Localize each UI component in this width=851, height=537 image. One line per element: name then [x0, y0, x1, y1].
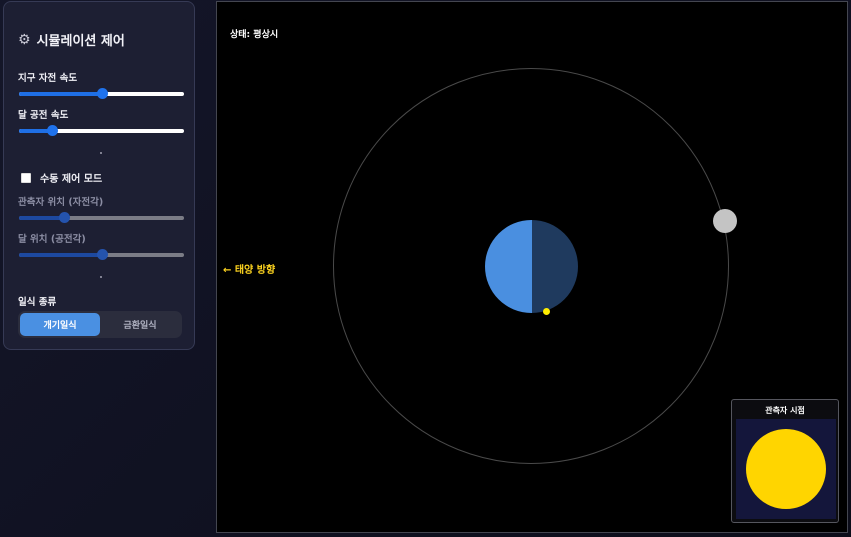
control-panel: ⚙ 시뮬레이션 제어 지구 자전 속도 달 공전 속도 수동 제어 모드 관측자…: [3, 1, 195, 350]
separator-dot: [100, 152, 102, 154]
moon-revolution-label: 달 공전 속도: [18, 110, 69, 121]
earth-rotation-label: 지구 자전 속도: [18, 73, 78, 84]
moon-position-label: 달 위치 (공전각): [18, 234, 86, 245]
observer-view-title: 관측자 시점: [765, 406, 805, 415]
annular-eclipse-button[interactable]: 금환일식: [100, 313, 180, 336]
observer-position-slider[interactable]: [19, 212, 184, 223]
earth-rotation-slider[interactable]: [19, 88, 184, 99]
slider-fill: [19, 92, 102, 96]
moon-revolution-slider[interactable]: [19, 125, 184, 136]
manual-mode-row[interactable]: 수동 제어 모드: [21, 170, 102, 185]
sun-direction-label: ← 태양 방향: [223, 265, 276, 276]
slider-thumb[interactable]: [58, 212, 70, 223]
observer-view-panel: 관측자 시점: [731, 399, 839, 523]
eclipse-type-label: 일식 종류: [18, 297, 57, 308]
moon: [713, 209, 737, 233]
manual-mode-checkbox[interactable]: [21, 172, 31, 183]
slider-fill: [19, 253, 102, 257]
panel-header: ⚙ 시뮬레이션 제어: [18, 30, 125, 50]
simulation-canvas: 상태: 평상시 ← 태양 방향 관측자 시점: [216, 1, 848, 533]
slider-thumb[interactable]: [96, 249, 108, 260]
status-text: 상태: 평상시: [230, 30, 279, 40]
eclipse-type-toggle: 개기일식 금환일식: [18, 311, 182, 338]
total-eclipse-button[interactable]: 개기일식: [20, 313, 100, 336]
slider-thumb[interactable]: [47, 125, 58, 136]
earth-night-side: [531, 220, 578, 313]
observer-marker: [543, 308, 550, 315]
panel-title: 시뮬레이션 제어: [36, 34, 125, 49]
earth-day-side: [485, 220, 532, 313]
slider-fill: [19, 216, 64, 220]
slider-thumb[interactable]: [96, 88, 108, 99]
manual-mode-label: 수동 제어 모드: [40, 174, 103, 185]
moon-position-slider[interactable]: [19, 249, 184, 260]
observer-position-label: 관측자 위치 (자전각): [18, 197, 104, 208]
sun-disk: [746, 429, 826, 509]
gear-icon: ⚙: [18, 31, 31, 48]
observer-sky: [736, 419, 836, 519]
earth: [485, 220, 578, 313]
separator-dot: [100, 276, 102, 278]
